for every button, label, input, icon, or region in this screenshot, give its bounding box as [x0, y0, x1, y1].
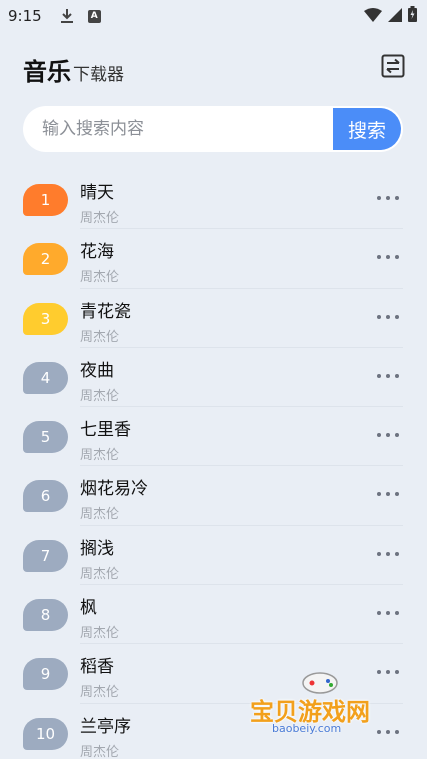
- more-options-icon[interactable]: [377, 311, 399, 323]
- rank-badge: 6: [23, 480, 68, 513]
- song-title: 搁浅: [80, 538, 114, 559]
- search-input[interactable]: [23, 106, 333, 152]
- dot: [377, 611, 381, 616]
- dot: [386, 611, 390, 616]
- app-header: 音乐 下载器: [23, 52, 124, 87]
- song-list-item[interactable]: 6 烟花易冷周杰伦: [0, 466, 427, 526]
- more-options-icon[interactable]: [377, 548, 399, 560]
- dot: [377, 255, 381, 260]
- song-title: 花海: [80, 242, 114, 263]
- battery-icon: [408, 6, 417, 26]
- more-options-icon[interactable]: [377, 251, 399, 263]
- song-title: 夜曲: [80, 360, 114, 381]
- more-options-icon[interactable]: [377, 607, 399, 619]
- more-options-icon[interactable]: [377, 192, 399, 204]
- song-title: 青花瓷: [80, 301, 131, 322]
- song-title: 七里香: [80, 420, 131, 441]
- wifi-icon: [364, 7, 382, 26]
- song-title: 枫: [80, 598, 97, 619]
- dot: [377, 314, 381, 319]
- dot: [386, 196, 390, 200]
- song-list-item[interactable]: 8 枫周杰伦: [0, 585, 427, 645]
- more-options-icon[interactable]: [377, 370, 399, 382]
- rank-badge: 8: [23, 599, 68, 632]
- song-artist: 周杰伦: [80, 270, 120, 286]
- status-bar: 9:15 A: [0, 0, 427, 32]
- dot: [395, 433, 399, 438]
- signal-icon: [388, 7, 402, 26]
- dot: [377, 196, 381, 200]
- dot: [386, 492, 390, 497]
- song-artist: 周杰伦: [80, 211, 120, 226]
- song-title: 兰亭序: [80, 716, 131, 737]
- dot: [395, 551, 399, 556]
- song-list-item[interactable]: 7 搁浅周杰伦: [0, 526, 427, 586]
- dot: [395, 373, 399, 378]
- song-list-item[interactable]: 3 青花瓷周杰伦: [0, 289, 427, 348]
- rank-badge: 9: [23, 658, 68, 691]
- song-artist: 周杰伦: [80, 448, 120, 464]
- dot: [395, 196, 399, 200]
- app-title: 音乐: [23, 58, 71, 86]
- dot: [395, 492, 399, 497]
- song-list-item[interactable]: 2 花海周杰伦: [0, 229, 427, 289]
- dot: [386, 373, 390, 378]
- song-title: 晴天: [80, 183, 114, 203]
- rank-badge: 2: [23, 243, 68, 276]
- dot: [395, 314, 399, 319]
- dot: [395, 255, 399, 260]
- download-icon: [60, 8, 74, 24]
- dot: [377, 551, 381, 556]
- song-list-item[interactable]: 4 夜曲周杰伦: [0, 348, 427, 408]
- dot: [386, 255, 390, 260]
- song-artist: 周杰伦: [80, 507, 120, 523]
- rank-badge: 5: [23, 421, 68, 454]
- song-title: 烟花易冷: [80, 479, 148, 500]
- rank-badge: 3: [23, 302, 68, 335]
- search-bar: 搜索: [23, 106, 403, 152]
- song-artist: 周杰伦: [80, 744, 120, 759]
- dot: [377, 433, 381, 438]
- rank-badge: 4: [23, 361, 68, 394]
- dot: [395, 611, 399, 616]
- rank-badge: 10: [23, 717, 68, 750]
- song-list-item[interactable]: 5 七里香周杰伦: [0, 407, 427, 467]
- rank-badge: 7: [23, 539, 68, 572]
- song-artist: 周杰伦: [80, 685, 120, 701]
- song-artist: 周杰伦: [80, 388, 120, 404]
- song-title: 稻香: [80, 657, 114, 678]
- accessibility-icon: A: [87, 9, 101, 23]
- dot: [377, 492, 381, 497]
- search-button[interactable]: 搜索: [333, 108, 401, 150]
- dot: [386, 433, 390, 438]
- more-options-icon[interactable]: [377, 429, 399, 441]
- dot: [386, 551, 390, 556]
- dot: [377, 373, 381, 378]
- status-time: 9:15: [8, 7, 42, 25]
- song-artist: 周杰伦: [80, 626, 120, 642]
- rank-badge: 1: [23, 184, 68, 216]
- song-list-item[interactable]: 1 晴天周杰伦: [0, 170, 427, 230]
- watermark-url: baobeiy.com: [272, 722, 342, 735]
- switch-icon[interactable]: [381, 54, 405, 78]
- dot: [386, 314, 390, 319]
- more-options-icon[interactable]: [377, 488, 399, 500]
- app-subtitle: 下载器: [73, 65, 124, 85]
- song-artist: 周杰伦: [80, 329, 120, 345]
- song-artist: 周杰伦: [80, 566, 120, 582]
- watermark: 宝贝游戏网 baobeiy.com: [250, 668, 400, 748]
